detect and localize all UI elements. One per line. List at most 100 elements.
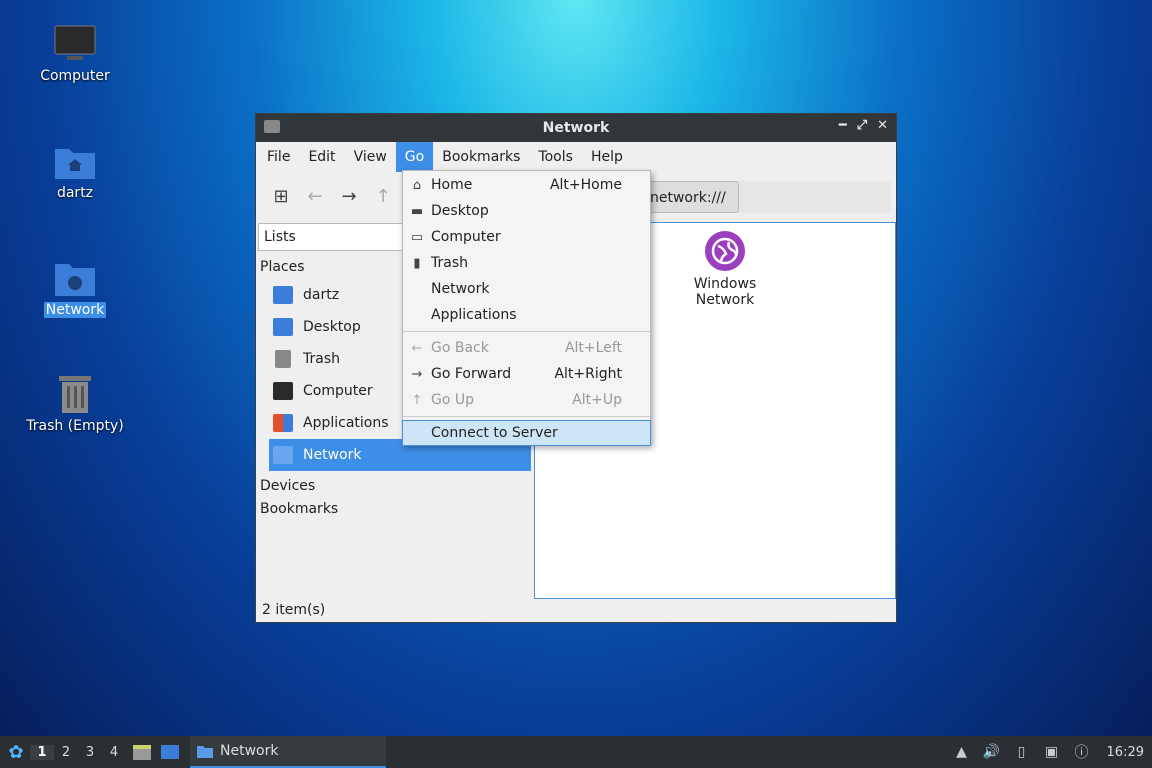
home-icon: ⌂ <box>412 177 422 193</box>
menu-help[interactable]: Help <box>582 142 632 172</box>
desktop-icon-label: Computer <box>40 68 110 84</box>
monitor-icon <box>53 24 97 64</box>
clock[interactable]: 16:29 <box>1107 745 1144 760</box>
menu-item-shortcut: Alt+Left <box>564 340 622 356</box>
globe-icon <box>705 231 745 271</box>
menu-item-label: Desktop <box>431 203 489 219</box>
desktop-icon-network[interactable]: Network <box>20 258 130 318</box>
menu-item-label: Connect to Server <box>431 425 558 441</box>
status-bar: 2 item(s) <box>262 602 326 618</box>
menu-item-home[interactable]: ⌂ Home Alt+Home <box>403 172 650 198</box>
notification-icon[interactable]: ⓘ <box>1073 743 1091 761</box>
forward-arrow-icon[interactable]: → <box>334 181 364 211</box>
back-arrow-icon: ← <box>411 340 423 356</box>
desktop-icon-label: Trash (Empty) <box>26 418 124 434</box>
network-folder-icon <box>53 258 97 298</box>
menu-view[interactable]: View <box>345 142 396 172</box>
sidebar-item-label: Desktop <box>303 319 361 335</box>
new-window-icon[interactable]: ⊞ <box>266 181 296 211</box>
forward-arrow-icon: → <box>411 366 423 382</box>
menu-edit[interactable]: Edit <box>299 142 344 172</box>
folder-icon <box>264 120 280 133</box>
menu-item-label: Go Forward <box>431 366 512 382</box>
sidebar-section-devices[interactable]: Devices <box>256 475 533 498</box>
taskbar: ✿ 1 2 3 4 Network ▲ 🔊 ▯ ▣ ⓘ 16:29 <box>0 736 1152 768</box>
sidebar-section-bookmarks[interactable]: Bookmarks <box>256 498 533 521</box>
workspace-3[interactable]: 3 <box>78 745 102 760</box>
menu-item-shortcut: Alt+Up <box>572 392 622 408</box>
menu-item-go-back[interactable]: ← Go Back Alt+Left <box>403 335 650 361</box>
up-arrow-icon[interactable]: ↑ <box>368 181 398 211</box>
trash-icon <box>53 374 97 414</box>
sidebar-item-label: Computer <box>303 383 373 399</box>
desktop-icon-label: dartz <box>56 185 94 201</box>
sidebar-item-label: Network <box>303 447 362 463</box>
menu-item-trash[interactable]: ▮ Trash <box>403 250 650 276</box>
menu-bookmarks[interactable]: Bookmarks <box>433 142 529 172</box>
menu-item-computer[interactable]: ▭ Computer <box>403 224 650 250</box>
menu-separator <box>403 416 650 417</box>
trash-icon: ▮ <box>413 255 421 271</box>
menu-item-connect-to-server[interactable]: Connect to Server <box>402 420 651 446</box>
sidebar-item-label: Applications <box>303 415 389 431</box>
location-bar[interactable]: network:/// <box>641 181 891 213</box>
sidebar-item-label: Trash <box>303 351 340 367</box>
trash-icon <box>275 350 291 368</box>
monitor-icon <box>273 382 293 400</box>
taskbar-window-button[interactable]: Network <box>190 736 386 768</box>
back-arrow-icon[interactable]: ← <box>300 181 330 211</box>
clipboard-icon[interactable]: ▯ <box>1013 743 1031 761</box>
menu-item-label: Go Up <box>431 392 474 408</box>
workspace-1[interactable]: 1 <box>30 744 54 760</box>
menu-item-label: Computer <box>431 229 501 245</box>
menu-go[interactable]: Go <box>395 142 434 172</box>
window-titlebar[interactable]: Network ━ ⤢ ✕ <box>256 114 896 142</box>
file-manager-launcher-icon[interactable] <box>130 740 154 764</box>
workspace-4[interactable]: 4 <box>102 745 126 760</box>
maximize-icon[interactable]: ⤢ <box>857 118 867 133</box>
desktop-icon-computer[interactable]: Computer <box>20 24 130 84</box>
desktop-icon-label: Network <box>43 302 107 318</box>
volume-icon[interactable]: 🔊 <box>983 743 1001 761</box>
network-icon[interactable]: ▣ <box>1043 743 1061 761</box>
applications-icon <box>273 414 293 432</box>
location-button[interactable]: network:/// <box>641 181 739 213</box>
sidebar-item-label: dartz <box>303 287 340 303</box>
menubar: File Edit View Go Bookmarks Tools Help <box>256 142 896 172</box>
menu-item-shortcut: Alt+Right <box>554 366 622 382</box>
desktop-icon-home[interactable]: dartz <box>20 141 130 201</box>
menu-item-label: Home <box>431 177 473 193</box>
show-desktop-icon[interactable] <box>158 740 182 764</box>
file-item-windows-network[interactable]: Windows Network <box>675 231 775 308</box>
desktop-icon-trash[interactable]: Trash (Empty) <box>20 374 130 434</box>
menu-item-label: Trash <box>431 255 468 271</box>
menu-item-go-up[interactable]: ↑ Go Up Alt+Up <box>403 387 650 413</box>
start-menu-icon[interactable]: ✿ <box>2 738 30 766</box>
menu-item-applications[interactable]: Applications <box>403 302 650 328</box>
folder-icon <box>197 745 213 758</box>
home-folder-icon <box>273 286 293 304</box>
menu-tools[interactable]: Tools <box>529 142 582 172</box>
file-item-label: Windows Network <box>693 276 757 308</box>
menu-item-label: Applications <box>431 307 517 323</box>
workspace-2[interactable]: 2 <box>54 745 78 760</box>
home-folder-icon <box>53 141 97 181</box>
minimize-icon[interactable]: ━ <box>839 118 847 133</box>
network-folder-icon <box>273 446 293 464</box>
close-icon[interactable]: ✕ <box>877 118 888 133</box>
menu-item-network[interactable]: Network <box>403 276 650 302</box>
menu-item-go-forward[interactable]: → Go Forward Alt+Right <box>403 361 650 387</box>
menu-file[interactable]: File <box>258 142 299 172</box>
tray-arrow-icon[interactable]: ▲ <box>953 743 971 761</box>
desktop-icon: ▬ <box>410 203 424 219</box>
go-menu-dropdown: ⌂ Home Alt+Home ▬ Desktop ▭ Computer ▮ T… <box>402 170 651 446</box>
system-tray: ▲ 🔊 ▯ ▣ ⓘ 16:29 <box>953 736 1152 768</box>
menu-separator <box>403 331 650 332</box>
window-title: Network <box>542 120 610 136</box>
menu-item-desktop[interactable]: ▬ Desktop <box>403 198 650 224</box>
menu-item-label: Go Back <box>431 340 489 356</box>
monitor-icon: ▭ <box>410 229 424 245</box>
desktop-icon <box>273 318 293 336</box>
menu-item-label: Network <box>431 281 490 297</box>
menu-item-shortcut: Alt+Home <box>549 177 622 193</box>
